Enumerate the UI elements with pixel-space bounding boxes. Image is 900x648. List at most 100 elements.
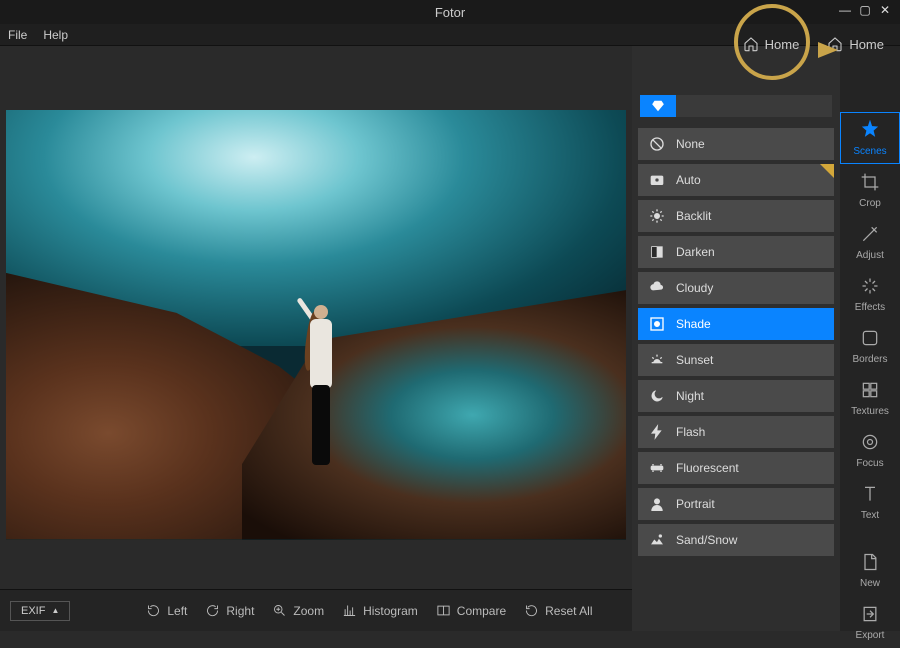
scene-panel: None Auto Backlit Darken Cloudy Shade Sunset Ni… (632, 46, 840, 631)
canvas-column: EXIF ▲ Left Right Zoom Histogram (0, 46, 632, 631)
scene-item-none[interactable]: None (638, 128, 834, 160)
home-icon (827, 36, 843, 52)
scene-item-sandsnow[interactable]: Sand/Snow (638, 524, 834, 556)
darken-icon (648, 243, 666, 261)
bottom-toolbar: EXIF ▲ Left Right Zoom Histogram (0, 589, 632, 631)
rotate-right-icon (205, 603, 220, 618)
zoom-button[interactable]: Zoom (272, 603, 324, 618)
none-icon (648, 135, 666, 153)
scene-item-portrait[interactable]: Portrait (638, 488, 834, 520)
menu-file[interactable]: File (8, 28, 27, 42)
rotate-left-button[interactable]: Left (146, 603, 187, 618)
fluorescent-icon (648, 459, 666, 477)
scene-item-label: Darken (676, 245, 715, 259)
adjust-icon (860, 224, 880, 247)
scene-item-flash[interactable]: Flash (638, 416, 834, 448)
portrait-icon (648, 495, 666, 513)
window-controls: — ▢ ✕ (836, 2, 894, 18)
tab-label: Crop (859, 198, 881, 209)
home-button-secondary[interactable]: Home (819, 32, 892, 56)
compare-button[interactable]: Compare (436, 603, 506, 618)
home-icon (743, 36, 759, 52)
scene-item-label: Cloudy (676, 281, 713, 295)
premium-row (632, 92, 840, 120)
photo-preview (6, 110, 626, 540)
reset-icon (524, 603, 539, 618)
scene-item-sunset[interactable]: Sunset (638, 344, 834, 376)
scene-item-darken[interactable]: Darken (638, 236, 834, 268)
histogram-icon (342, 603, 357, 618)
zoom-icon (272, 603, 287, 618)
tab-label: Scenes (853, 146, 886, 157)
home-label: Home (765, 37, 800, 52)
scene-item-auto[interactable]: Auto (638, 164, 834, 196)
tab-adjust[interactable]: Adjust (840, 216, 900, 268)
scene-item-label: Backlit (676, 209, 711, 223)
minimize-button[interactable]: — (836, 2, 854, 18)
scene-item-fluorescent[interactable]: Fluorescent (638, 452, 834, 484)
scene-item-label: Sunset (676, 353, 713, 367)
flash-icon (648, 423, 666, 441)
scene-item-label: Flash (676, 425, 705, 439)
reset-all-label: Reset All (545, 604, 592, 618)
scene-item-label: Auto (676, 173, 701, 187)
premium-track[interactable] (676, 95, 832, 117)
tab-effects[interactable]: Effects (840, 268, 900, 320)
tab-label: Focus (856, 458, 883, 469)
backlit-icon (648, 207, 666, 225)
tab-export[interactable]: Export (840, 596, 900, 648)
diamond-icon (651, 99, 665, 113)
sunset-icon (648, 351, 666, 369)
scene-item-shade[interactable]: Shade (638, 308, 834, 340)
right-tab-column: Scenes Crop Adjust Effects Borders Textures Fo… (840, 46, 900, 631)
scene-item-label: Night (676, 389, 704, 403)
crop-icon (860, 172, 880, 195)
compare-label: Compare (457, 604, 506, 618)
menu-help[interactable]: Help (43, 28, 68, 42)
histogram-label: Histogram (363, 604, 418, 618)
chevron-up-icon: ▲ (51, 606, 59, 615)
app-title: Fotor (435, 5, 465, 20)
export-icon (860, 604, 880, 627)
scene-item-backlit[interactable]: Backlit (638, 200, 834, 232)
tab-crop[interactable]: Crop (840, 164, 900, 216)
scene-item-night[interactable]: Night (638, 380, 834, 412)
focus-icon (860, 432, 880, 455)
canvas-area[interactable] (0, 46, 632, 589)
exif-button[interactable]: EXIF ▲ (10, 601, 70, 621)
premium-corner-icon (820, 164, 834, 178)
home-label: Home (849, 37, 884, 52)
tab-label: Export (856, 630, 885, 641)
text-icon (860, 484, 880, 507)
scenes-icon (860, 120, 880, 143)
exif-label: EXIF (21, 605, 45, 617)
scene-item-cloudy[interactable]: Cloudy (638, 272, 834, 304)
histogram-button[interactable]: Histogram (342, 603, 418, 618)
cloudy-icon (648, 279, 666, 297)
tab-textures[interactable]: Textures (840, 372, 900, 424)
tab-label: Effects (855, 302, 885, 313)
maximize-button[interactable]: ▢ (856, 2, 874, 18)
tab-borders[interactable]: Borders (840, 320, 900, 372)
scene-item-label: Fluorescent (676, 461, 739, 475)
compare-icon (436, 603, 451, 618)
reset-all-button[interactable]: Reset All (524, 603, 592, 618)
effects-icon (860, 276, 880, 299)
tab-label: Adjust (856, 250, 884, 261)
tab-label: Textures (851, 406, 889, 417)
rotate-left-icon (146, 603, 161, 618)
tab-new[interactable]: New (840, 544, 900, 596)
premium-badge[interactable] (640, 95, 676, 117)
auto-icon (648, 171, 666, 189)
home-bar: Home Home (735, 24, 900, 64)
textures-icon (860, 380, 880, 403)
tab-scenes[interactable]: Scenes (840, 112, 900, 164)
home-button-primary[interactable]: Home (735, 32, 808, 56)
close-button[interactable]: ✕ (876, 2, 894, 18)
new-icon (860, 552, 880, 575)
scene-list: None Auto Backlit Darken Cloudy Shade Sunset Ni… (632, 128, 840, 631)
tab-focus[interactable]: Focus (840, 424, 900, 476)
rotate-right-button[interactable]: Right (205, 603, 254, 618)
tab-text[interactable]: Text (840, 476, 900, 528)
title-bar: Fotor — ▢ ✕ (0, 0, 900, 24)
